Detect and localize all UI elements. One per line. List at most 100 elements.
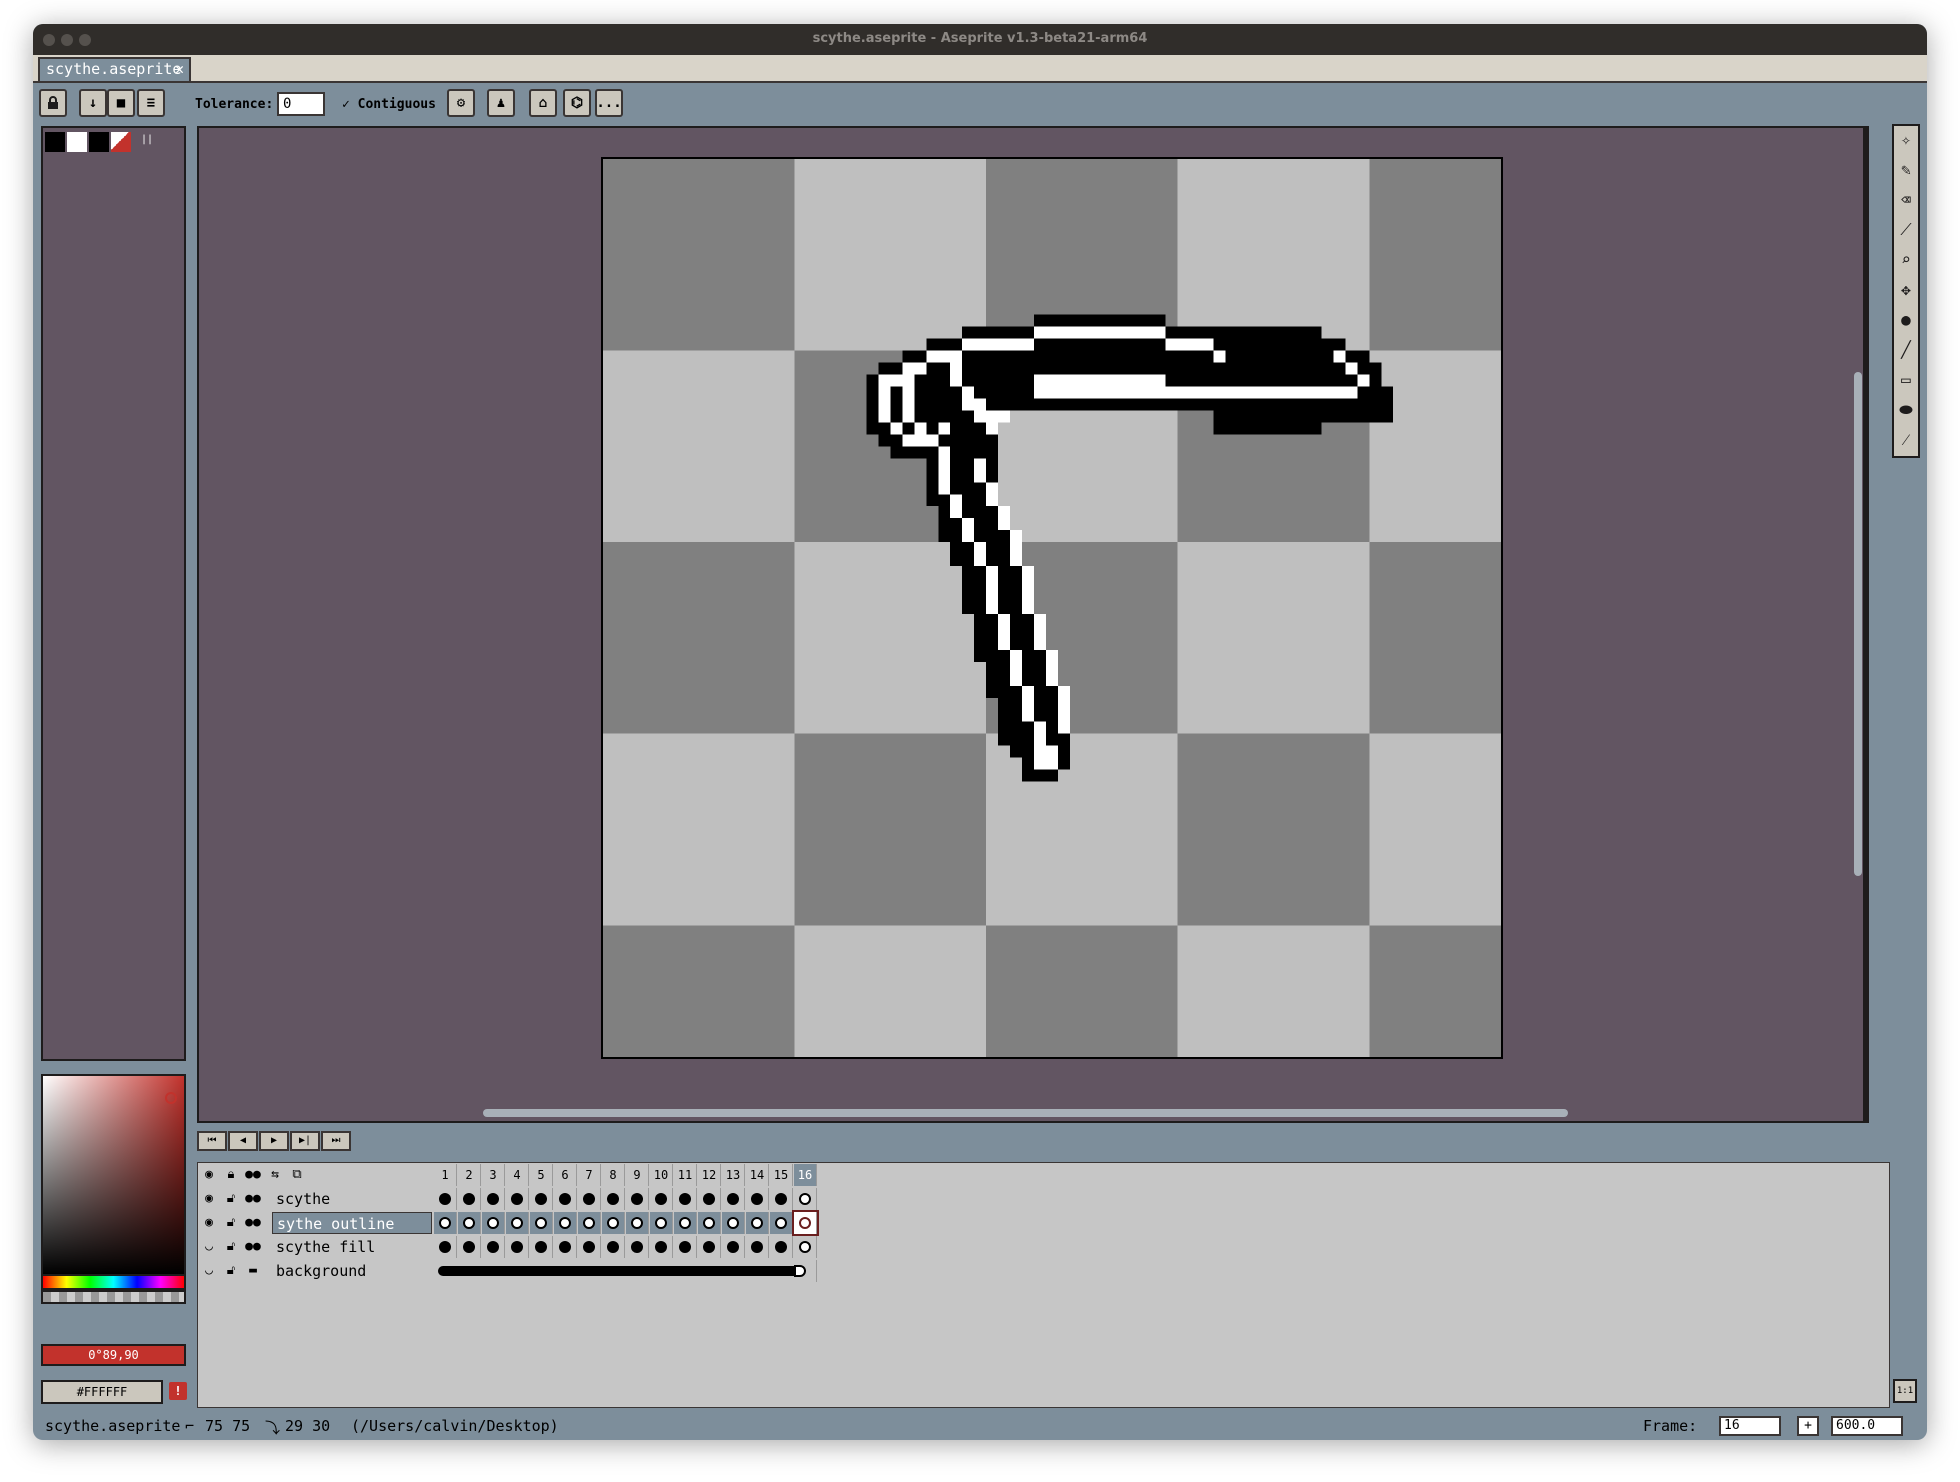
cel[interactable] (554, 1212, 577, 1234)
cel[interactable] (482, 1212, 505, 1234)
cel[interactable] (434, 1212, 457, 1234)
cel-continuous[interactable] (434, 1260, 794, 1282)
hex-color-button[interactable]: #FFFFFF (41, 1380, 163, 1404)
frame-header[interactable]: 9 (626, 1164, 649, 1186)
cel[interactable] (602, 1188, 625, 1210)
eyedropper-icon[interactable]: ⟋ (1896, 218, 1916, 242)
one-to-one-button[interactable]: 1:1 (1893, 1379, 1917, 1403)
cel[interactable] (794, 1260, 817, 1282)
cel[interactable] (722, 1188, 745, 1210)
frame-header[interactable]: 7 (578, 1164, 601, 1186)
menu-icon[interactable]: ≡ (137, 89, 165, 117)
layer-row[interactable]: ◡ 🔓︎ ●● scythe fill (198, 1235, 820, 1259)
frame-header[interactable]: 13 (722, 1164, 745, 1186)
cel[interactable] (794, 1236, 817, 1258)
lock-icon[interactable]: 🔓︎ (222, 1238, 240, 1256)
cel[interactable] (506, 1188, 529, 1210)
cel[interactable] (458, 1188, 481, 1210)
frame-header[interactable]: 12 (698, 1164, 721, 1186)
palette-resize-handle[interactable]: || (141, 134, 153, 145)
cel[interactable] (530, 1188, 553, 1210)
square-icon[interactable]: ■ (107, 89, 135, 117)
onion-skin-icon[interactable]: ●● (244, 1190, 262, 1208)
frame-header[interactable]: 6 (554, 1164, 577, 1186)
arrow-down-icon[interactable]: ↓ (79, 89, 107, 117)
eye-icon[interactable]: ◉ (200, 1214, 218, 1232)
cel[interactable] (554, 1236, 577, 1258)
sprite-canvas[interactable] (601, 157, 1503, 1059)
cel[interactable] (530, 1236, 553, 1258)
palette-swatch[interactable] (111, 132, 131, 152)
cel[interactable] (770, 1236, 793, 1258)
eye-icon[interactable]: ◉ (200, 1190, 218, 1208)
cel[interactable] (578, 1188, 601, 1210)
add-frame-button[interactable]: + (1797, 1416, 1819, 1436)
cel[interactable] (698, 1212, 721, 1234)
lock-icon[interactable] (39, 89, 67, 117)
cel[interactable] (434, 1188, 457, 1210)
cel[interactable] (626, 1236, 649, 1258)
frame-header[interactable]: 5 (530, 1164, 553, 1186)
cel[interactable] (458, 1212, 481, 1234)
frame-header[interactable]: 16 (794, 1164, 817, 1186)
cel[interactable] (602, 1212, 625, 1234)
cel[interactable] (746, 1212, 769, 1234)
rectangle-icon[interactable]: ▭ (1896, 368, 1916, 392)
cel[interactable] (554, 1188, 577, 1210)
onion-skin-icon[interactable]: ●● (244, 1214, 262, 1232)
editor-view[interactable] (197, 126, 1869, 1123)
color-picker[interactable] (41, 1074, 186, 1276)
transform-icon[interactable]: ⌬ (563, 89, 591, 117)
eye-icon[interactable]: ◡ (200, 1238, 218, 1256)
onion-skin-icon[interactable]: ▬ (244, 1262, 262, 1280)
next-frame-button[interactable]: ▶| (290, 1131, 320, 1151)
eye-icon[interactable]: ◡ (200, 1262, 218, 1280)
alpha-slider[interactable] (41, 1290, 186, 1304)
zoom-icon[interactable]: ⌕ (1896, 248, 1916, 272)
cel[interactable] (698, 1188, 721, 1210)
frame-header[interactable]: 8 (602, 1164, 625, 1186)
layer-name[interactable]: scythe (272, 1188, 432, 1210)
layer-options-icon[interactable]: ⧉ (288, 1166, 306, 1184)
frame-header[interactable]: 2 (458, 1164, 481, 1186)
layer-name[interactable]: background (272, 1260, 432, 1282)
cel[interactable] (626, 1188, 649, 1210)
blur-icon[interactable]: ⁄ (1896, 428, 1916, 452)
tolerance-input[interactable]: 0 (277, 92, 325, 116)
cel[interactable] (770, 1212, 793, 1234)
frame-input[interactable]: 16 (1719, 1416, 1781, 1436)
cel[interactable] (530, 1212, 553, 1234)
warning-icon[interactable]: ! (169, 1382, 187, 1400)
cel[interactable] (506, 1236, 529, 1258)
lock-icon[interactable]: 🔓︎ (222, 1190, 240, 1208)
onion-skin-icon[interactable]: ●● (244, 1166, 262, 1184)
color-value-label[interactable]: 0°89,90 (41, 1344, 186, 1366)
lock-icon[interactable]: 🔒︎ (222, 1166, 240, 1184)
palette-swatch[interactable] (67, 132, 87, 152)
cel[interactable] (794, 1188, 817, 1210)
cel[interactable] (674, 1212, 697, 1234)
contiguous-checkbox[interactable]: ✓ Contiguous (342, 97, 436, 112)
frame-header[interactable]: 15 (770, 1164, 793, 1186)
vertical-scrollbar[interactable] (1854, 372, 1862, 876)
pivot-icon[interactable]: ⌂ (529, 89, 557, 117)
cel[interactable] (602, 1236, 625, 1258)
cel[interactable] (746, 1236, 769, 1258)
hue-slider[interactable] (41, 1274, 186, 1290)
cel[interactable] (674, 1236, 697, 1258)
cel[interactable] (746, 1188, 769, 1210)
cel[interactable] (674, 1188, 697, 1210)
play-button[interactable]: ▶ (259, 1131, 289, 1151)
cel[interactable] (650, 1188, 673, 1210)
frame-header[interactable]: 14 (746, 1164, 769, 1186)
cel[interactable] (722, 1212, 745, 1234)
horizontal-scrollbar[interactable] (483, 1109, 1568, 1117)
cel[interactable] (770, 1188, 793, 1210)
cel[interactable] (722, 1236, 745, 1258)
tab-close-icon[interactable]: ✕ (175, 60, 184, 78)
ink-icon[interactable]: ♟ (487, 89, 515, 117)
layer-name[interactable]: scythe fill (272, 1236, 432, 1258)
palette-swatch[interactable] (89, 132, 109, 152)
layer-name[interactable]: sythe outline (272, 1212, 432, 1234)
more-options-button[interactable]: ... (595, 89, 623, 117)
